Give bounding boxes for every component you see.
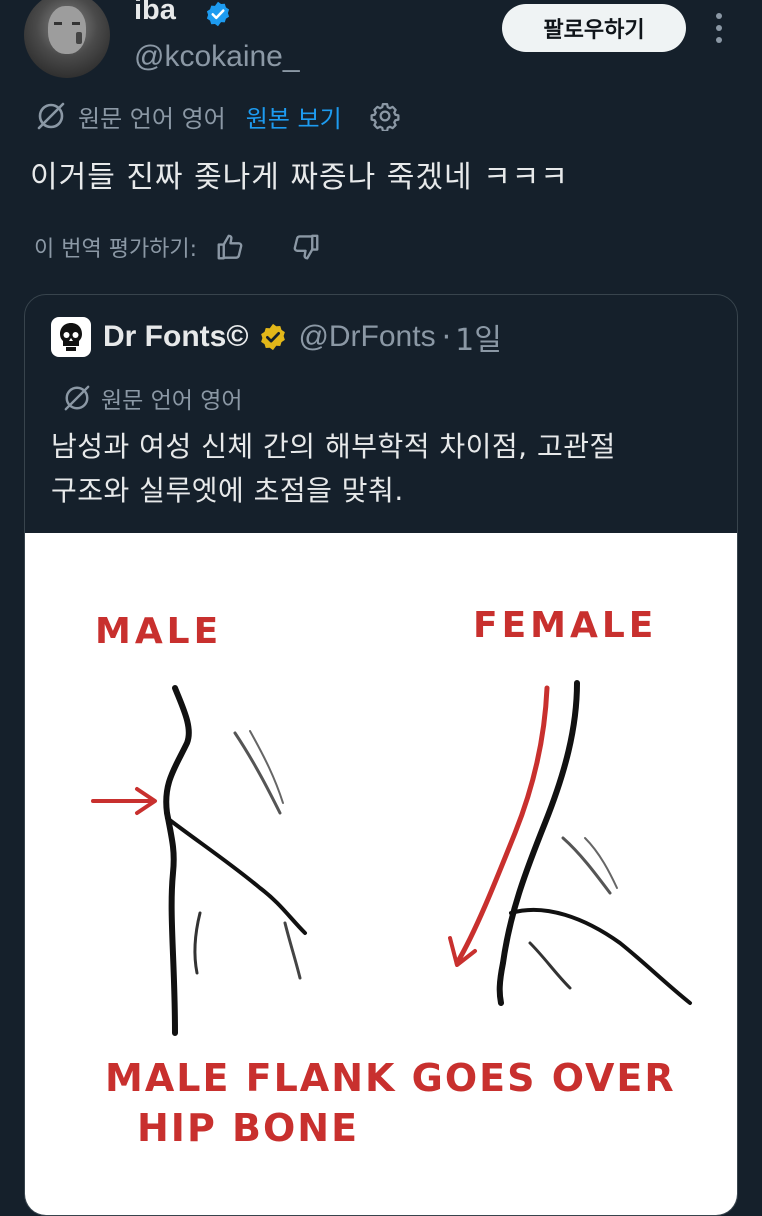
thumbs-down-icon[interactable]	[291, 232, 321, 262]
quoted-tweet-text: 남성과 여성 신체 간의 해부학적 차이점, 고관절 구조와 실루엣에 초점을 …	[51, 425, 711, 513]
male-sketch-line	[283, 921, 302, 980]
quoted-author-handle[interactable]: @DrFonts	[298, 320, 435, 354]
show-original-link[interactable]: 원본 보기	[246, 99, 342, 134]
quoted-author-avatar[interactable]	[51, 317, 91, 357]
separator-dot: ·	[441, 319, 452, 355]
translate-icon	[37, 102, 65, 130]
quoted-tweet-header: Dr Fonts© @DrFonts · 1일	[51, 315, 502, 359]
tweet-text: 이거들 진짜 좆나게 짜증나 죽겠네 ㅋㅋㅋ	[30, 160, 569, 195]
avatar-face	[48, 6, 86, 54]
male-sketch-line	[193, 911, 202, 975]
quoted-translation-row: 원문 언어 영어	[63, 381, 243, 415]
anatomy-drawing: MALE FEMALE MALE FLANK GOES OVER HIP BON…	[91, 605, 692, 1150]
caption-line2: HIP BONE	[137, 1106, 359, 1150]
caption-line1: MALE FLANK GOES OVER	[105, 1056, 676, 1100]
author-name[interactable]: iba	[134, 0, 176, 28]
quoted-image[interactable]: MALE FEMALE MALE FLANK GOES OVER HIP BON…	[25, 533, 737, 1215]
translation-row: 원문 언어 영어 원본 보기	[36, 98, 400, 134]
quoted-translation-label: 원문 언어 영어	[101, 388, 243, 414]
thumbs-up-icon[interactable]	[215, 232, 245, 262]
verified-badge-icon	[206, 1, 230, 27]
female-inner-line	[509, 907, 692, 1005]
avatar-detail	[76, 32, 82, 44]
label-male: MALE	[95, 611, 222, 652]
male-inner-line	[165, 816, 307, 935]
female-sketch-line	[528, 941, 572, 990]
rate-translation-row: 이 번역 평가하기:	[34, 228, 321, 266]
male-outline	[163, 685, 192, 1036]
author-handle[interactable]: @kcokaine_	[134, 38, 300, 76]
skull-logo-icon	[60, 323, 82, 351]
avatar-detail	[72, 22, 80, 25]
female-sketch-line	[561, 836, 612, 895]
quoted-text-line: 구조와 실루엣에 초점을 맞춰.	[51, 474, 404, 507]
follow-button[interactable]: 팔로우하기	[502, 4, 686, 52]
quoted-text-line: 남성과 여성 신체 간의 해부학적 차이점, 고관절	[51, 430, 616, 463]
author-avatar[interactable]	[24, 0, 110, 78]
quoted-timestamp[interactable]: 1일	[455, 315, 502, 359]
rate-translation-label: 이 번역 평가하기:	[34, 237, 198, 262]
quoted-author-name[interactable]: Dr Fonts©	[103, 320, 248, 354]
quoted-tweet[interactable]: Dr Fonts© @DrFonts · 1일 원문 언어 영어 남성과 여성 …	[24, 294, 738, 1216]
gear-icon[interactable]	[370, 101, 400, 131]
translate-icon	[64, 385, 90, 411]
translation-label: 원문 언어 영어	[78, 104, 226, 133]
more-icon[interactable]	[704, 10, 734, 46]
label-female: FEMALE	[473, 605, 657, 646]
gold-verified-badge-icon	[261, 323, 286, 351]
avatar-detail	[54, 22, 62, 25]
female-red-arrow	[454, 685, 550, 966]
